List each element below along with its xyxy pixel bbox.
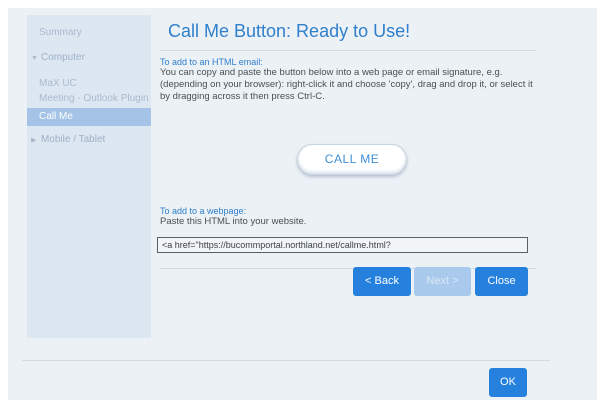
back-button[interactable]: < Back — [353, 267, 411, 296]
html-snippet-field[interactable]: <a href="https://bucommportal.northland.… — [157, 237, 528, 253]
next-button[interactable]: Next > — [414, 267, 471, 296]
sidebar-group-computer[interactable]: ▼ Computer — [27, 49, 151, 67]
webpage-section-heading: To add to a webpage: — [160, 206, 247, 216]
sidebar-group-mobile-tablet[interactable]: ▶ Mobile / Tablet — [27, 131, 151, 149]
sidebar-item-label: Meeting - Outlook Plugin — [39, 93, 149, 104]
footer-divider — [22, 360, 550, 361]
sidebar-item-call-me[interactable]: Call Me — [27, 108, 151, 126]
ok-button[interactable]: OK — [489, 368, 527, 397]
sidebar-item-label: Computer — [41, 52, 85, 63]
webpage-section-instructions: Paste this HTML into your website. — [160, 216, 307, 227]
title-divider — [160, 50, 536, 51]
sidebar-item-label: Mobile / Tablet — [41, 134, 106, 145]
sidebar-item-label: Call Me — [39, 111, 73, 122]
email-section-instructions: You can copy and paste the button below … — [160, 67, 533, 102]
page-title: Call Me Button: Ready to Use! — [168, 21, 411, 41]
dialog-window: Summary ▼ Computer MaX UC Meeting - Outlo… — [8, 8, 597, 400]
chevron-right-icon: ▶ — [31, 137, 37, 144]
sidebar-item-meeting-outlook-plugin[interactable]: Meeting - Outlook Plugin — [27, 90, 151, 108]
chevron-down-icon: ▼ — [31, 55, 38, 62]
sidebar-item-summary[interactable]: Summary — [27, 24, 151, 42]
wizard-sidebar: Summary ▼ Computer MaX UC Meeting - Outlo… — [27, 15, 151, 338]
email-section-heading: To add to an HTML email: — [160, 57, 263, 67]
close-button[interactable]: Close — [475, 267, 528, 296]
sidebar-item-label: MaX UC — [39, 78, 77, 89]
call-me-button[interactable]: CALL ME — [297, 144, 407, 175]
sidebar-item-label: Summary — [39, 27, 82, 38]
